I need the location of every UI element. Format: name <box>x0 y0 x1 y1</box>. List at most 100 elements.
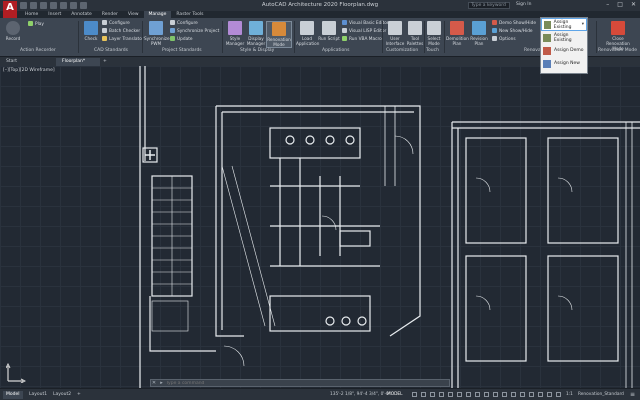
renovation-style-selector[interactable]: Renovation_Standard <box>578 392 624 397</box>
synchronize-project-label: Synchronize Project <box>177 29 220 34</box>
restroom-block-bottom <box>269 295 371 332</box>
run-script-button[interactable]: Run Script <box>318 21 340 41</box>
autocad-logo-icon[interactable]: A <box>3 1 17 18</box>
configure-button[interactable]: Configure <box>102 20 130 27</box>
play-label: Play <box>35 22 44 27</box>
tab-manage[interactable]: Manage <box>143 11 172 18</box>
tab-floorplan[interactable]: Floorplan* <box>56 58 100 66</box>
synchronize-project-button[interactable]: Synchronize Project <box>170 28 219 35</box>
model-space-toggle[interactable]: MODEL <box>387 392 403 397</box>
new-show-hide-button[interactable]: New Show/Hide <box>492 28 533 35</box>
osnap-icon[interactable] <box>448 392 453 397</box>
maximize-button[interactable]: □ <box>617 1 623 8</box>
tab-annotate[interactable]: Annotate <box>66 11 97 18</box>
dynamic-ucs-icon[interactable] <box>502 392 507 397</box>
tab-render[interactable]: Render <box>97 11 123 18</box>
panel-title-applications[interactable]: Applications <box>322 48 350 53</box>
display-manager-button[interactable]: Display Manager <box>245 21 267 46</box>
batch-checker-button[interactable]: Batch Checker <box>102 28 140 35</box>
viewport-controls[interactable]: [–][Top][2D Wireframe] <box>3 68 55 73</box>
visual-lisp-editor-button[interactable]: Visual LISP Editor <box>342 28 386 35</box>
dropdown-item-assign-existing[interactable]: Assign Existing <box>541 31 587 44</box>
dropdown-item-assign-demo[interactable]: Assign Demo <box>541 44 587 57</box>
transparency-icon[interactable] <box>475 392 480 397</box>
toilet-fixture <box>357 316 367 326</box>
layer-translator-icon <box>102 36 107 41</box>
command-input[interactable] <box>166 380 449 386</box>
user-interface-icon <box>388 21 402 35</box>
sign-in-link[interactable]: Sign In <box>516 2 531 7</box>
display-manager-icon <box>249 21 263 35</box>
close-renovation-mode-button[interactable]: Close Renovation Mode <box>600 21 636 51</box>
demolition-plan-button[interactable]: Demolition Plan <box>446 21 469 46</box>
assign-existing-icon <box>543 33 551 42</box>
options-label: Options <box>499 37 516 42</box>
configure-label: Configure <box>109 21 130 26</box>
command-prompt-icon[interactable]: ▸ <box>157 380 166 386</box>
core-corridor-walls <box>270 185 380 267</box>
dropdown-item-assign-new[interactable]: Assign New <box>541 57 587 70</box>
minimize-button[interactable]: – <box>606 1 609 8</box>
lineweight-icon[interactable] <box>466 392 471 397</box>
select-mode-label: Select Mode <box>427 36 441 46</box>
check-button[interactable]: Check <box>80 21 102 41</box>
renovation-mode-button[interactable]: Renovation Mode <box>266 21 292 48</box>
tab-layout1[interactable]: Layout1 <box>26 391 50 399</box>
tab-layout2[interactable]: Layout2 <box>50 391 74 399</box>
panel-title-action-recorder[interactable]: Action Recorder <box>20 48 56 53</box>
gizmo-icon[interactable] <box>520 392 525 397</box>
style-manager-button[interactable]: Style Manager <box>224 21 246 46</box>
selection-cycling-icon[interactable] <box>484 392 489 397</box>
otrack-icon[interactable] <box>457 392 462 397</box>
drawing-canvas[interactable]: [–][Top][2D Wireframe] ✕ ▸ Type a comman… <box>0 66 640 388</box>
new-tab-button[interactable]: + <box>102 58 110 66</box>
synchronize-pwm-button[interactable]: Synchronize PWM <box>144 21 170 46</box>
run-vba-macro-button[interactable]: Run VBA Macro <box>342 36 382 43</box>
scale-readout[interactable]: 1:1 <box>566 392 573 397</box>
tab-view[interactable]: View <box>123 11 144 18</box>
load-application-button[interactable]: Load Application <box>296 21 319 46</box>
snap-icon[interactable] <box>421 392 426 397</box>
tab-insert[interactable]: Insert <box>43 11 66 18</box>
add-layout-button[interactable]: + <box>74 391 84 399</box>
panel-title-project-standards[interactable]: Project Standards <box>162 48 202 53</box>
select-mode-button[interactable]: Select Mode <box>423 21 445 46</box>
layer-translator-button[interactable]: Layer Translator <box>102 36 144 43</box>
renovation-mode-label: Renovation Mode <box>267 37 291 47</box>
auto-scale-icon[interactable] <box>538 392 543 397</box>
search-input[interactable]: Type a keyword <box>468 2 510 9</box>
demolition-plan-icon <box>450 21 464 35</box>
panel-title-style-display[interactable]: Style & Display <box>240 48 274 53</box>
selection-filter-icon[interactable] <box>511 392 516 397</box>
right-room-3 <box>465 255 527 362</box>
toilet-fixture <box>285 135 295 145</box>
customization-menu-icon[interactable]: ≡ <box>630 391 635 398</box>
ribbon-tab-bar: Home Insert Annotate Render View Manage … <box>20 11 208 18</box>
annotation-scale-icon[interactable] <box>547 392 552 397</box>
annotation-visibility-icon[interactable] <box>529 392 534 397</box>
workspace-icon[interactable] <box>556 392 561 397</box>
3d-osnap-icon[interactable] <box>493 392 498 397</box>
project-configure-button[interactable]: Configure <box>170 20 198 27</box>
close-button[interactable]: ✕ <box>631 1 636 8</box>
update-button[interactable]: Update <box>170 36 193 43</box>
polar-icon[interactable] <box>439 392 444 397</box>
dropdown-item-assign-existing-header[interactable]: Assign Existing ▾ <box>541 18 587 31</box>
column-line <box>139 66 146 388</box>
record-button[interactable]: Record <box>2 21 24 41</box>
diagonal-lines <box>221 165 276 327</box>
panel-title-renovation[interactable]: Renova <box>524 48 541 53</box>
panel-title-customization[interactable]: Customization <box>386 48 418 53</box>
grid-icon[interactable] <box>412 392 417 397</box>
tab-model[interactable]: Model <box>3 391 23 399</box>
demo-show-hide-button[interactable]: Demo Show/Hide <box>492 20 536 27</box>
tab-home[interactable]: Home <box>20 11 43 18</box>
tab-start[interactable]: Start <box>0 58 32 66</box>
revision-plan-button[interactable]: Revision Plan <box>468 21 490 46</box>
options-button[interactable]: Options <box>492 36 516 43</box>
record-label: Record <box>5 36 21 41</box>
user-interface-button[interactable]: User Interface <box>384 21 406 46</box>
ortho-icon[interactable] <box>430 392 435 397</box>
play-button[interactable]: Play <box>28 21 44 28</box>
tab-raster-tools[interactable]: Raster Tools <box>171 11 208 18</box>
